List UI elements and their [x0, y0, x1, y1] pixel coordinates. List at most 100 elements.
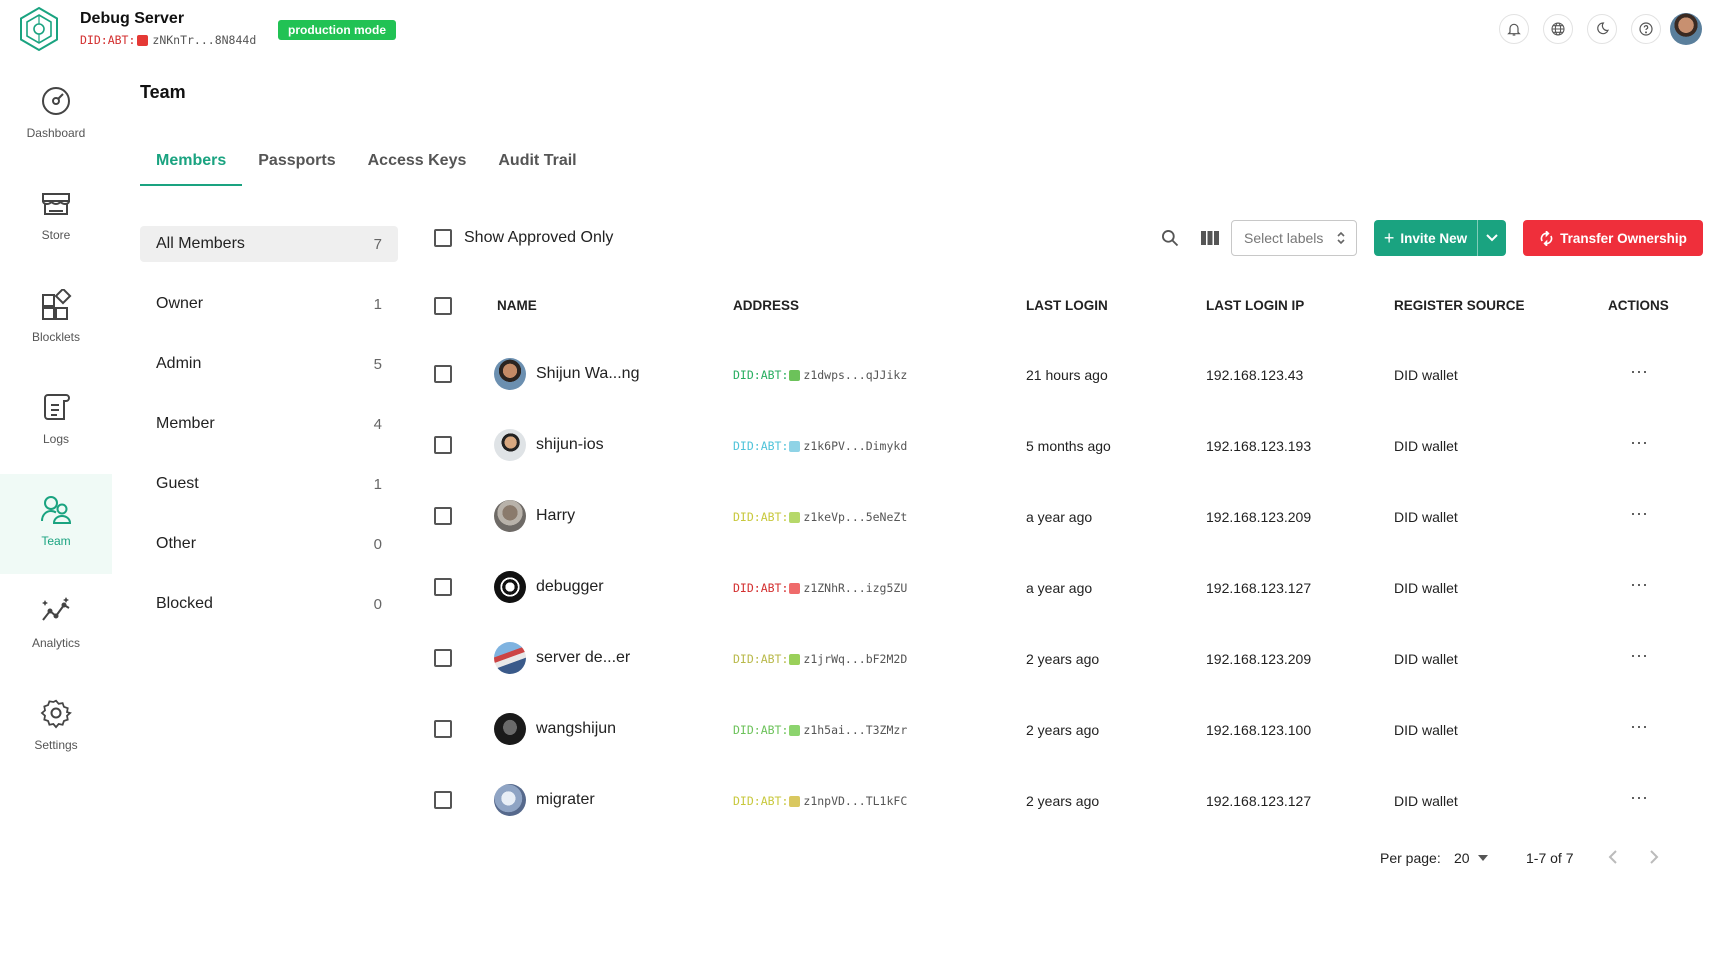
last-login: 21 hours ago — [1026, 367, 1108, 383]
member-did[interactable]: DID:ABT: z1ZNhR...izg5ZU — [733, 581, 907, 595]
filter-admin[interactable]: Admin 5 — [140, 346, 398, 382]
filter-label: Other — [156, 535, 197, 552]
table-row[interactable]: Harry DID:ABT: z1keVp...5eNeZt a year ag… — [434, 494, 1704, 538]
member-name[interactable]: Shijun Wa...ng — [536, 365, 639, 383]
sidebar-item-dashboard[interactable]: Dashboard — [0, 66, 112, 166]
row-checkbox[interactable] — [434, 436, 452, 454]
pagination-range: 1-7 of 7 — [1526, 850, 1574, 866]
register-source: DID wallet — [1394, 509, 1458, 525]
user-avatar[interactable] — [1670, 13, 1702, 45]
member-name[interactable]: wangshijun — [536, 720, 616, 738]
next-page-button[interactable] — [1649, 849, 1659, 868]
table-row[interactable]: debugger DID:ABT: z1ZNhR...izg5ZU a year… — [434, 565, 1704, 609]
last-login: a year ago — [1026, 509, 1093, 525]
member-did[interactable]: DID:ABT: z1k6PV...Dimykd — [733, 439, 907, 453]
row-checkbox[interactable] — [434, 649, 452, 667]
member-did[interactable]: DID:ABT: z1keVp...5eNeZt — [733, 510, 907, 524]
select-labels-dropdown[interactable]: Select labels — [1231, 220, 1357, 256]
select-all-checkbox[interactable] — [434, 297, 452, 315]
row-checkbox[interactable] — [434, 578, 452, 596]
member-did[interactable]: DID:ABT: z1dwps...qJJikz — [733, 368, 907, 382]
filter-count: 5 — [373, 355, 382, 373]
row-checkbox[interactable] — [434, 791, 452, 809]
filter-all-members[interactable]: All Members 7 — [140, 226, 398, 262]
sidebar-item-logs[interactable]: Logs — [0, 372, 112, 472]
invite-options-button[interactable] — [1477, 220, 1506, 256]
more-actions-icon[interactable]: ⋯ — [1630, 504, 1649, 525]
table-header: NAME ADDRESS LAST LOGIN LAST LOGIN IP RE… — [434, 294, 1704, 316]
member-did[interactable]: DID:ABT: z1npVD...TL1kFC — [733, 794, 907, 808]
avatar — [494, 500, 526, 532]
sidebar-item-team[interactable]: Team — [0, 474, 112, 574]
row-checkbox[interactable] — [434, 507, 452, 525]
last-login: 5 months ago — [1026, 438, 1111, 454]
tab-passports[interactable]: Passports — [242, 140, 351, 186]
register-source: DID wallet — [1394, 438, 1458, 454]
table-row[interactable]: migrater DID:ABT: z1npVD...TL1kFC 2 year… — [434, 778, 1704, 822]
show-approved-checkbox[interactable] — [434, 229, 452, 247]
filter-count: 0 — [373, 535, 382, 553]
did-prefix: DID:ABT: — [80, 33, 136, 47]
column-header-name[interactable]: NAME — [497, 298, 537, 313]
show-approved-toggle[interactable]: Show Approved Only — [434, 229, 613, 247]
filter-label: Blocked — [156, 595, 213, 612]
more-actions-icon[interactable]: ⋯ — [1630, 575, 1649, 596]
sidebar-item-settings[interactable]: Settings — [0, 678, 112, 778]
register-source: DID wallet — [1394, 793, 1458, 809]
column-header-register-source[interactable]: REGISTER SOURCE — [1394, 298, 1525, 313]
help-button[interactable] — [1631, 14, 1661, 44]
more-actions-icon[interactable]: ⋯ — [1630, 788, 1649, 809]
did-identicon — [789, 440, 801, 452]
tab-audit-trail[interactable]: Audit Trail — [482, 140, 592, 186]
row-checkbox[interactable] — [434, 720, 452, 738]
row-checkbox[interactable] — [434, 365, 452, 383]
filter-count: 0 — [373, 595, 382, 613]
member-name[interactable]: migrater — [536, 791, 595, 809]
sidebar-item-label: Logs — [42, 432, 70, 446]
more-actions-icon[interactable]: ⋯ — [1630, 717, 1649, 738]
columns-button[interactable] — [1200, 229, 1220, 252]
column-header-last-login-ip[interactable]: LAST LOGIN IP — [1206, 298, 1304, 313]
column-header-last-login[interactable]: LAST LOGIN — [1026, 298, 1108, 313]
search-button[interactable] — [1160, 228, 1180, 253]
previous-page-button[interactable] — [1608, 849, 1618, 868]
transfer-ownership-button[interactable]: Transfer Ownership — [1523, 220, 1703, 256]
column-header-address[interactable]: ADDRESS — [733, 298, 799, 313]
filter-other[interactable]: Other 0 — [140, 526, 398, 562]
member-name[interactable]: shijun-ios — [536, 436, 604, 454]
filter-guest[interactable]: Guest 1 — [140, 466, 398, 502]
tab-access-keys[interactable]: Access Keys — [352, 140, 483, 186]
table-row[interactable]: wangshijun DID:ABT: z1h5ai...T3ZMzr 2 ye… — [434, 707, 1704, 751]
sidebar-item-analytics[interactable]: Analytics — [0, 576, 112, 676]
analytics-icon — [42, 597, 70, 621]
tab-members[interactable]: Members — [140, 140, 243, 186]
did-prefix: DID:ABT: — [733, 581, 789, 595]
invite-new-button[interactable]: + Invite New — [1374, 220, 1477, 256]
table-row[interactable]: server de...er DID:ABT: z1jrWq...bF2M2D … — [434, 636, 1704, 680]
sidebar-item-store[interactable]: Store — [0, 168, 112, 268]
register-source: DID wallet — [1394, 580, 1458, 596]
logs-icon — [44, 394, 70, 420]
member-did[interactable]: DID:ABT: z1jrWq...bF2M2D — [733, 652, 907, 666]
member-name[interactable]: debugger — [536, 578, 604, 596]
sidebar-item-blocklets[interactable]: Blocklets — [0, 270, 112, 370]
tab-bar: Members Passports Access Keys Audit Trai… — [140, 140, 593, 186]
filter-blocked[interactable]: Blocked 0 — [140, 586, 398, 622]
server-did[interactable]: DID:ABT: zNKnTr...8N844d — [80, 33, 256, 47]
notifications-button[interactable] — [1499, 14, 1529, 44]
language-button[interactable] — [1543, 14, 1573, 44]
theme-toggle-button[interactable] — [1587, 14, 1617, 44]
filter-owner[interactable]: Owner 1 — [140, 286, 398, 322]
more-actions-icon[interactable]: ⋯ — [1630, 433, 1649, 454]
member-name[interactable]: Harry — [536, 507, 575, 525]
member-did[interactable]: DID:ABT: z1h5ai...T3ZMzr — [733, 723, 907, 737]
globe-icon — [1551, 22, 1565, 36]
filter-member[interactable]: Member 4 — [140, 406, 398, 442]
table-row[interactable]: shijun-ios DID:ABT: z1k6PV...Dimykd 5 mo… — [434, 423, 1704, 467]
more-actions-icon[interactable]: ⋯ — [1630, 646, 1649, 667]
table-row[interactable]: Shijun Wa...ng DID:ABT: z1dwps...qJJikz … — [434, 352, 1704, 396]
per-page-select[interactable]: 20 — [1454, 850, 1488, 866]
member-name[interactable]: server de...er — [536, 649, 630, 667]
more-actions-icon[interactable]: ⋯ — [1630, 362, 1649, 383]
did-address: z1k6PV...Dimykd — [803, 439, 908, 453]
